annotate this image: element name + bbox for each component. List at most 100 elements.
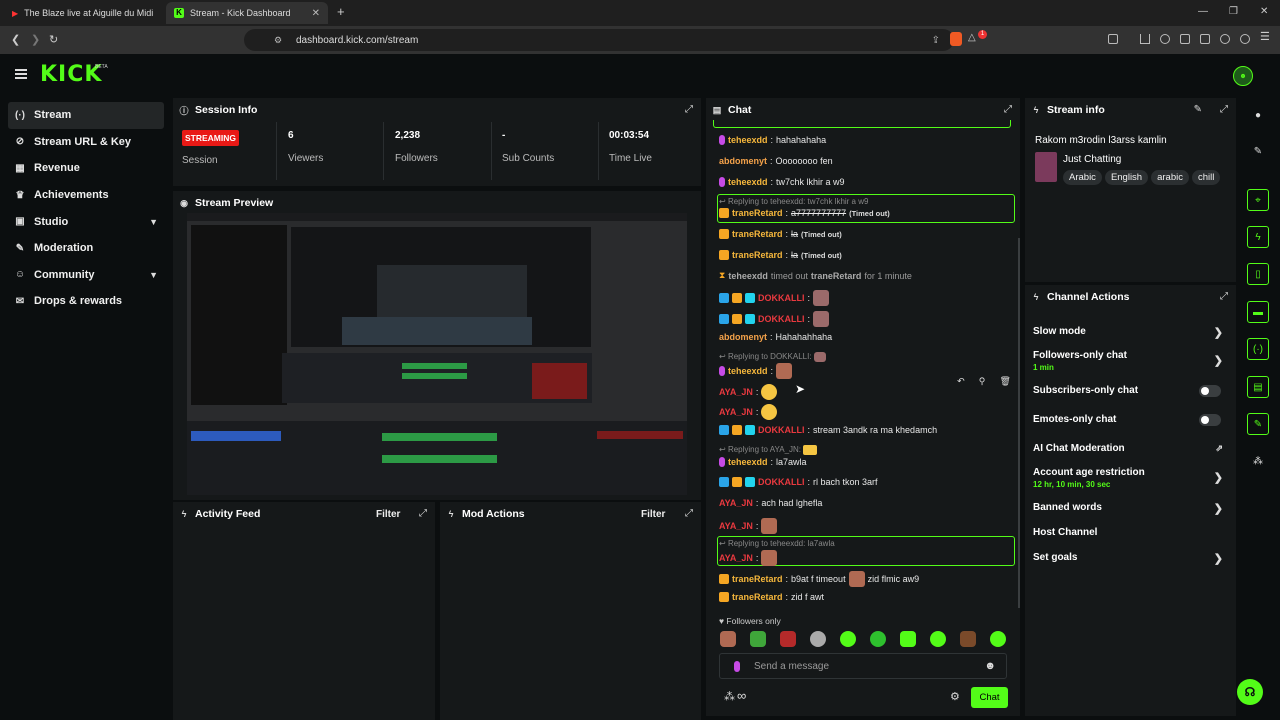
chat-username[interactable]: teheexdd: [728, 177, 768, 187]
forward-icon[interactable]: ❯: [31, 33, 40, 46]
chat-username[interactable]: DOKKALLI: [758, 425, 805, 435]
screenshot-icon[interactable]: [1108, 34, 1118, 44]
emote-icon[interactable]: [960, 631, 976, 647]
chat-username[interactable]: teheexdd: [728, 457, 768, 467]
reload-icon[interactable]: ↻: [49, 33, 58, 46]
infinity-icon[interactable]: ∞: [737, 688, 746, 703]
chat-message[interactable]: traneRetard: la (Timed out): [719, 250, 842, 260]
tag[interactable]: Arabic: [1063, 170, 1102, 185]
chat-scrollbar[interactable]: [1018, 238, 1020, 608]
chat-message[interactable]: DOKKALLI: rl bach tkon 3arf: [719, 477, 878, 487]
emote-icon[interactable]: [780, 631, 796, 647]
chat-username[interactable]: teheexdd: [728, 366, 768, 376]
host-channel-row[interactable]: Host Channel: [1033, 527, 1223, 538]
layout-icon[interactable]: ▤: [1247, 376, 1269, 398]
info-icon[interactable]: ●: [1247, 104, 1269, 126]
chat-message[interactable]: AYA_JN:: [719, 518, 778, 534]
expand-icon[interactable]: ⤢: [419, 508, 427, 519]
chat-username[interactable]: traneRetard: [732, 574, 783, 584]
focus-icon[interactable]: ⌖: [1247, 189, 1269, 211]
filter-button[interactable]: Filter: [376, 509, 400, 520]
emoji-picker-icon[interactable]: ☻: [984, 660, 996, 672]
chat-message[interactable]: AYA_JN:: [719, 384, 778, 400]
pin-icon[interactable]: ⚲: [979, 376, 986, 387]
share-icon[interactable]: ⇪: [932, 35, 940, 46]
vpn-icon[interactable]: [1220, 34, 1230, 44]
chat-message[interactable]: abdomenyt: Oooooooo fen: [719, 156, 833, 166]
chat-message[interactable]: teheexdd: la7awla: [719, 457, 807, 467]
sidebar-item-stream[interactable]: (·) Stream: [8, 102, 164, 129]
chat-username[interactable]: abdomenyt: [719, 332, 767, 342]
chat-username[interactable]: DOKKALLI: [758, 477, 805, 487]
close-window-icon[interactable]: ✕: [1260, 6, 1268, 17]
sidebar-item-moderation[interactable]: ✎ Moderation: [8, 235, 164, 262]
tag[interactable]: English: [1104, 170, 1149, 185]
chat-username[interactable]: abdomenyt: [719, 156, 767, 166]
tab-kick-dashboard[interactable]: K Stream - Kick Dashboard ✕: [166, 2, 328, 24]
edit-icon[interactable]: ✎: [1194, 104, 1202, 115]
expand-icon[interactable]: ⤢: [685, 104, 693, 115]
tab-youtube[interactable]: ▶ The Blaze live at Aiguille du Midi: [4, 2, 164, 24]
set-goals-row[interactable]: Set goals ❯: [1033, 552, 1223, 565]
chat-message[interactable]: DOKKALLI: stream 3andk ra ma khedamch: [719, 425, 937, 435]
expand-icon[interactable]: ⤢: [685, 508, 693, 519]
chat-username[interactable]: teheexdd: [728, 271, 768, 281]
sidebar-item-stream-url-key[interactable]: ⊘ Stream URL & Key: [8, 129, 164, 156]
chat-bubble-icon[interactable]: ▬: [1247, 301, 1269, 323]
url-field[interactable]: ⚙ dashboard.kick.com/stream ⇪: [244, 29, 954, 51]
followers-only-chat-row[interactable]: Followers-only chat 1 min ❯: [1033, 350, 1223, 372]
user-avatar[interactable]: ☻: [1233, 66, 1253, 86]
expand-icon[interactable]: ⤢: [1004, 104, 1012, 115]
support-chat-icon[interactable]: ☊: [1237, 679, 1263, 705]
sidebar-item-revenue[interactable]: ▦ Revenue: [8, 155, 164, 182]
chat-username[interactable]: AYA_JN: [719, 498, 753, 508]
chat-username[interactable]: traneRetard: [732, 229, 783, 239]
site-info-icon[interactable]: ⚙: [274, 35, 282, 46]
sidebar-item-achievements[interactable]: ♛ Achievements: [8, 182, 164, 209]
ai-chat-moderation-row[interactable]: AI Chat Moderation ⇗: [1033, 443, 1223, 454]
chat-username[interactable]: AYA_JN: [719, 521, 753, 531]
edit-icon[interactable]: ✎: [1247, 140, 1269, 162]
chat-username[interactable]: AYA_JN: [719, 553, 753, 563]
emote-icon[interactable]: [900, 631, 916, 647]
chat-message[interactable]: traneRetard: la (Timed out): [719, 229, 842, 239]
chat-settings-icon[interactable]: ⚙: [950, 690, 960, 703]
stream-preview-video[interactable]: [187, 213, 687, 495]
bolt-icon[interactable]: ϟ: [1247, 226, 1269, 248]
chat-message[interactable]: teheexdd: tw7chk lkhir a w9: [719, 177, 845, 187]
minimize-icon[interactable]: —: [1198, 6, 1208, 17]
chat-message[interactable]: traneRetard: b9at f timeout zid flmic aw…: [719, 571, 919, 587]
broadcast-icon[interactable]: (·): [1247, 338, 1269, 360]
hamburger-menu-icon[interactable]: [15, 69, 27, 79]
emote-icon[interactable]: [870, 631, 886, 647]
expand-icon[interactable]: ⤢: [1220, 291, 1228, 302]
chat-message[interactable]: teheexdd:: [719, 363, 793, 379]
subscribers-only-toggle[interactable]: [1199, 385, 1221, 397]
chat-message[interactable]: DOKKALLI:: [719, 311, 830, 327]
chat-message[interactable]: teheexdd: hahahahaha: [719, 135, 826, 145]
menu-icon[interactable]: ☰: [1260, 30, 1270, 43]
emote-icon[interactable]: [810, 631, 826, 647]
media-icon[interactable]: [1160, 34, 1170, 44]
chat-users-icon[interactable]: ⁂: [724, 690, 735, 703]
category-name[interactable]: Just Chatting: [1063, 154, 1121, 165]
chat-username[interactable]: traneRetard: [811, 271, 862, 281]
chat-message[interactable]: abdomenyt: Hahahahhaha: [719, 332, 832, 342]
wrench-icon[interactable]: ✎: [1247, 413, 1269, 435]
emote-icon[interactable]: [750, 631, 766, 647]
close-tab-icon[interactable]: ✕: [312, 8, 320, 19]
new-tab-icon[interactable]: +: [337, 4, 345, 19]
chat-message[interactable]: AYA_JN:: [719, 404, 778, 420]
brave-shield-icon[interactable]: [950, 32, 962, 46]
emote-icon[interactable]: [990, 631, 1006, 647]
filter-button[interactable]: Filter: [641, 509, 665, 520]
chat-username[interactable]: AYA_JN: [719, 407, 753, 417]
sidebar-item-studio[interactable]: ▣ Studio ▼: [8, 208, 164, 235]
tag[interactable]: arabic: [1151, 170, 1189, 185]
expand-icon[interactable]: ⤢: [1220, 104, 1228, 115]
rewards-icon[interactable]: △: [968, 32, 976, 43]
chat-username[interactable]: AYA_JN: [719, 387, 753, 397]
delete-icon[interactable]: 🗑: [999, 376, 1010, 387]
chat-send-button[interactable]: Chat: [971, 687, 1008, 708]
banned-words-row[interactable]: Banned words ❯: [1033, 502, 1223, 515]
